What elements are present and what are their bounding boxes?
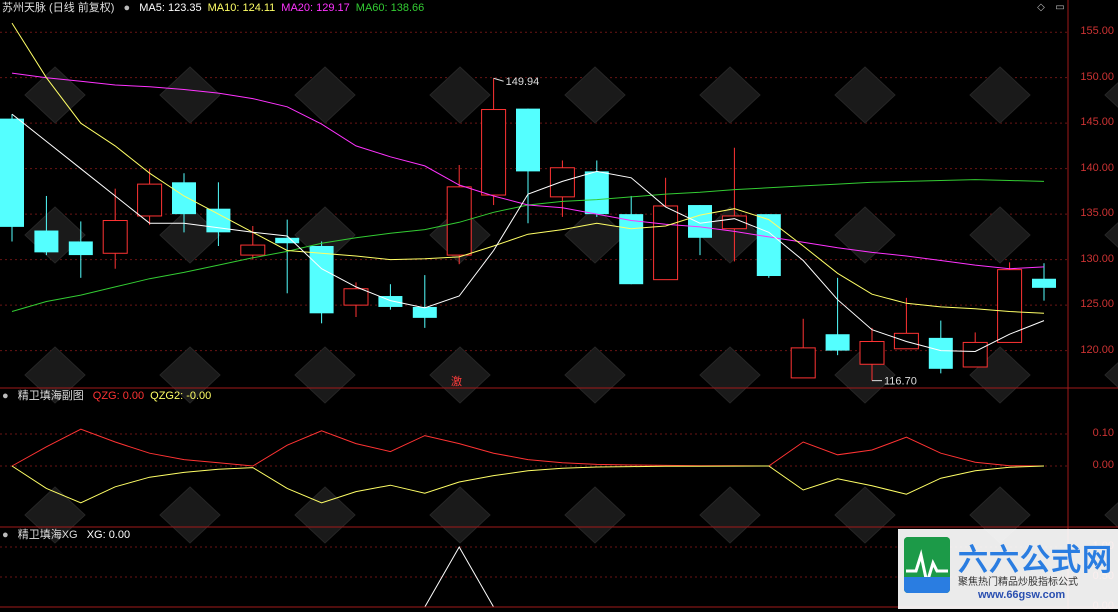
brand-watermark: 六六公式网 聚焦热门精品炒股指标公式 www.66gsw.com bbox=[898, 529, 1118, 609]
gear-icon[interactable]: ● bbox=[2, 390, 9, 402]
brand-subtitle: 聚焦热门精品炒股指标公式 bbox=[958, 577, 1078, 588]
watermark-diamond bbox=[294, 346, 356, 404]
candle-body bbox=[481, 109, 507, 196]
candle-body bbox=[137, 183, 163, 217]
candle-body bbox=[756, 214, 781, 277]
watermark-diamond bbox=[24, 66, 86, 124]
candle-body bbox=[962, 341, 988, 368]
low-label: 116.70 bbox=[884, 376, 917, 388]
diamond-icon[interactable]: ◇ bbox=[1035, 2, 1047, 14]
watermark-diamond bbox=[159, 486, 221, 544]
subpanel-1-title[interactable]: 精卫填海副图 bbox=[18, 390, 84, 402]
candle-body bbox=[102, 220, 128, 254]
ma-indicator-0: MA5: 123.35 bbox=[139, 2, 202, 14]
axis-tick-label: 0.00 bbox=[1092, 459, 1114, 471]
axis-tick-label: 155.00 bbox=[1080, 25, 1114, 38]
watermark-diamond bbox=[699, 486, 761, 544]
candle-body bbox=[825, 334, 850, 351]
axis-tick-label: 140.00 bbox=[1080, 161, 1114, 174]
watermark-diamond bbox=[294, 66, 356, 124]
watermark-diamond bbox=[699, 66, 761, 124]
candle-body bbox=[0, 118, 24, 227]
settings-icon[interactable]: ● bbox=[124, 2, 131, 14]
candle-body bbox=[997, 269, 1023, 343]
watermark-diamond bbox=[969, 66, 1031, 124]
candle-body bbox=[1032, 278, 1056, 288]
chart-title[interactable]: 苏州天脉 (日线 前复权) bbox=[2, 2, 114, 14]
candle-body bbox=[343, 288, 369, 306]
qzg-indicator-1: QZG2: -0.00 bbox=[150, 390, 212, 402]
ma-indicator-3: MA60: 138.66 bbox=[355, 2, 425, 14]
watermark-diamond bbox=[564, 346, 626, 404]
candle-body bbox=[446, 186, 472, 256]
candle-body bbox=[653, 205, 679, 281]
candle-body bbox=[275, 237, 300, 244]
signal-marker: 激 bbox=[451, 376, 462, 388]
watermark-diamond bbox=[429, 66, 491, 124]
candle-body bbox=[516, 108, 540, 172]
candle-body bbox=[928, 337, 953, 369]
watermark-diamond bbox=[834, 486, 896, 544]
watermark-diamond bbox=[969, 206, 1031, 264]
watermark-diamond bbox=[564, 206, 626, 264]
subpanel-2-indicators: XG: 0.00 bbox=[87, 529, 136, 541]
subpanel-2-header: ● 精卫填海XG XG: 0.00 bbox=[2, 528, 142, 542]
ma-indicator-1: MA10: 124.11 bbox=[207, 2, 276, 14]
candle-body bbox=[688, 205, 712, 238]
qzg-line bbox=[11, 428, 1045, 467]
watermark-diamond bbox=[834, 66, 896, 124]
xg-indicator-0: XG: 0.00 bbox=[86, 529, 131, 541]
candle-body bbox=[172, 182, 196, 215]
high-label: 149.94 bbox=[506, 76, 540, 88]
candle-body bbox=[790, 347, 816, 379]
axis-tick-label: 150.00 bbox=[1080, 70, 1114, 83]
candle-body bbox=[549, 167, 575, 198]
subpanel-1-header: ● 精卫填海副图 QZG: 0.00 QZG2: -0.00 bbox=[2, 389, 223, 403]
subpanel-2-title[interactable]: 精卫填海XG bbox=[18, 529, 78, 541]
watermark-diamond bbox=[159, 66, 221, 124]
candle-body bbox=[240, 244, 266, 256]
candle-body bbox=[309, 245, 334, 314]
watermark-diamond bbox=[564, 486, 626, 544]
watermark-diamond bbox=[834, 206, 896, 264]
candle-body bbox=[619, 214, 644, 285]
watermark-diamond bbox=[564, 66, 626, 124]
candle-body bbox=[68, 241, 93, 256]
ma-indicator-2: MA20: 129.17 bbox=[281, 2, 350, 14]
axis-tick-label: 125.00 bbox=[1080, 298, 1114, 311]
candle-body bbox=[859, 341, 885, 365]
high-pointer bbox=[493, 77, 504, 82]
watermark-diamond bbox=[699, 346, 761, 404]
subpanel-1-indicators: QZG: 0.00 QZG2: -0.00 bbox=[93, 390, 218, 402]
qzg2-line bbox=[11, 465, 1045, 504]
candlestick-series bbox=[0, 78, 1056, 381]
axis-tick-label: 135.00 bbox=[1080, 207, 1114, 220]
axis-tick-label: 145.00 bbox=[1080, 116, 1114, 129]
menu-icon[interactable]: ▭ bbox=[1054, 2, 1066, 14]
watermark-diamond bbox=[429, 486, 491, 544]
axis-tick-label: 0.10 bbox=[1092, 427, 1114, 439]
brand-logo-icon bbox=[904, 537, 950, 593]
brand-url[interactable]: www.66gsw.com bbox=[978, 589, 1065, 601]
candle-body bbox=[412, 306, 437, 318]
gear-icon[interactable]: ● bbox=[2, 529, 9, 541]
candle-body bbox=[584, 171, 609, 215]
ma-indicator-list: MA5: 123.35 MA10: 124.11 MA20: 129.17 MA60:… bbox=[139, 2, 430, 14]
main-header: 苏州天脉 (日线 前复权) ● MA5: 123.35 MA10: 124.11 M… bbox=[2, 1, 436, 15]
axis-tick-label: 130.00 bbox=[1080, 252, 1114, 265]
candle-body bbox=[34, 230, 59, 253]
axis-tick-label: 120.00 bbox=[1080, 343, 1114, 356]
qzg-indicator-0: QZG: 0.00 bbox=[92, 390, 145, 402]
stock-chart-canvas[interactable]: 149.94 116.70 bbox=[0, 0, 1118, 609]
